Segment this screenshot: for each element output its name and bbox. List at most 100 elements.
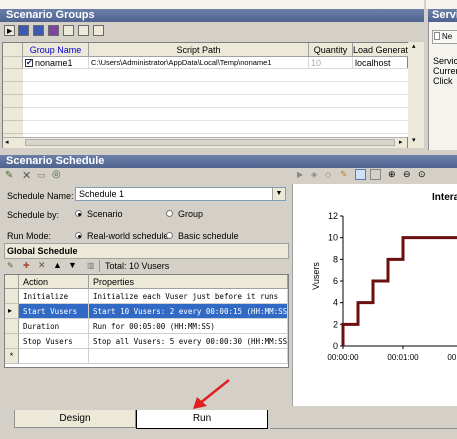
zoom-out-icon[interactable]: ⊖ <box>403 169 411 180</box>
new-schedule-icon[interactable]: ✎ <box>5 170 13 181</box>
rename-schedule-icon[interactable]: ▭ <box>37 170 46 181</box>
quantity-cell[interactable]: 10 <box>309 57 353 69</box>
col-action[interactable]: Action <box>19 275 89 289</box>
row-selector[interactable]: ▸ <box>5 304 19 319</box>
x-tick-label: 00:02:00 <box>447 353 457 362</box>
x-tick-label: 00:01:00 <box>387 353 419 362</box>
script-path-cell[interactable]: C:\Users\Administrator\AppData\Local\Tem… <box>89 57 309 69</box>
chevron-down-icon[interactable]: ▼ <box>272 188 285 200</box>
schedule-graph: Intera Vusers 0 2 4 6 8 10 12 00:00:00 00:01:00 0… <box>292 184 457 406</box>
add-action-icon[interactable]: ✚ <box>23 261 30 270</box>
copy-icon[interactable]: ▥ <box>87 261 95 270</box>
delete-action-icon[interactable]: ✕ <box>38 260 46 271</box>
table-row[interactable]: Initialize <box>19 289 89 304</box>
series-line <box>341 236 457 346</box>
col-properties[interactable]: Properties <box>89 275 288 289</box>
new-row-marker[interactable]: * <box>5 349 19 364</box>
graph-toolbar: ▶ ◈ ◇ ✎ ⊕ ⊖ ⊙ <box>292 168 457 184</box>
x-tick-label: 00:00:00 <box>327 353 359 362</box>
pencil-icon[interactable]: ✎ <box>340 169 348 180</box>
graph-split-icon[interactable]: ◇ <box>325 170 331 179</box>
schedule-by-label: Schedule by: <box>7 210 60 220</box>
schedule-name-label: Schedule Name: <box>7 191 74 201</box>
table-row[interactable]: Stop all Vusers: 5 every 00:00:30 (HH:MM… <box>89 334 288 349</box>
services-top-strip <box>426 0 457 9</box>
horizontal-scrollbar[interactable]: ◂ ▸ <box>3 137 407 148</box>
remove-vusers-icon[interactable] <box>48 25 59 36</box>
table-row[interactable]: Run for 00:05:00 (HH:MM:SS) <box>89 319 288 334</box>
total-vusers: Total: 10 Vusers <box>105 261 170 271</box>
top-strip <box>0 0 424 9</box>
table-row[interactable]: Initialize each Vuser just before it run… <box>89 289 288 304</box>
scroll-up-icon[interactable]: ▴ <box>412 42 416 50</box>
scroll-down-icon[interactable]: ▾ <box>412 136 416 144</box>
table-row[interactable]: Start 10 Vusers: 2 every 00:00:15 (HH:MM… <box>89 304 288 319</box>
radio-icon[interactable] <box>166 232 173 239</box>
vusers-icon[interactable] <box>33 25 44 36</box>
graph-edit-icon[interactable]: ▶ <box>297 170 303 179</box>
tab-run[interactable]: Run <box>136 410 268 429</box>
new-service-button[interactable]: Ne <box>432 30 457 44</box>
zoom-reset-icon[interactable]: ⊙ <box>418 169 426 180</box>
group-enabled-checkbox[interactable]: ✔ <box>25 58 33 67</box>
y-tick-label: 0 <box>333 341 338 351</box>
group-name-cell: noname1 <box>35 58 73 68</box>
table-row[interactable]: Stop Vusers <box>19 334 89 349</box>
schedule-chart: Intera Vusers 0 2 4 6 8 10 12 00:00:00 00:01:00 0… <box>311 192 457 362</box>
services-panel: Ne Servic Curren Click <box>428 22 457 150</box>
graph-legend-icon[interactable] <box>370 169 381 180</box>
scroll-right-icon[interactable]: ▸ <box>399 138 403 146</box>
view-script-icon[interactable] <box>78 25 89 36</box>
move-down-icon[interactable]: ▼ <box>68 260 77 270</box>
run-mode-label: Run Mode: <box>7 231 52 241</box>
global-schedule-toolbar: ✎ ✚ ✕ ▲ ▼ ▥ Total: 10 Vusers <box>4 259 289 274</box>
load-generator-cell[interactable]: localhost <box>353 57 409 69</box>
add-vusers-icon[interactable] <box>18 25 29 36</box>
graph-step-icon[interactable]: ◈ <box>311 170 317 179</box>
schedule-name-select[interactable]: Schedule 1 ▼ <box>75 187 286 201</box>
vertical-scrollbar[interactable]: ▴ ▾ <box>408 42 424 148</box>
toolbar-divider <box>99 260 100 272</box>
new-row-action[interactable] <box>19 349 89 364</box>
delete-schedule-icon[interactable]: ✕ <box>22 169 31 182</box>
schedule-toolbar: ✎ ✕ ▭ ◎ <box>0 168 292 184</box>
table-row[interactable]: ✔ noname1 <box>23 57 89 69</box>
col-load-generators[interactable]: Load Generators <box>353 43 409 57</box>
play-icon[interactable]: ▶ <box>4 25 15 36</box>
y-tick-label: 8 <box>333 254 338 264</box>
radio-icon[interactable] <box>75 232 82 239</box>
edit-action-icon[interactable]: ✎ <box>7 261 14 270</box>
status-strip <box>270 428 457 439</box>
col-quantity[interactable]: Quantity <box>309 43 353 57</box>
radio-icon[interactable] <box>166 210 173 217</box>
table-row[interactable]: Start Vusers <box>19 304 89 319</box>
zoom-in-icon[interactable]: ⊕ <box>388 169 396 180</box>
y-axis-label: Vusers <box>311 262 321 290</box>
empty-row-headers <box>3 69 23 137</box>
scrollbar-thumb[interactable] <box>25 139 395 146</box>
y-tick-label: 6 <box>333 276 338 286</box>
details-icon[interactable] <box>63 25 74 36</box>
new-document-icon <box>434 32 440 40</box>
runtime-settings-icon[interactable] <box>93 25 104 36</box>
move-up-icon[interactable]: ▲ <box>53 260 62 270</box>
scroll-left-icon[interactable]: ◂ <box>5 138 9 146</box>
tab-design[interactable]: Design <box>14 410 136 428</box>
col-group-name[interactable]: Group Name <box>23 43 89 57</box>
graph-view-icon[interactable] <box>355 169 366 180</box>
radio-icon[interactable] <box>75 210 82 217</box>
chart-title: Intera <box>432 192 457 203</box>
schedule-settings-icon[interactable]: ◎ <box>52 169 61 180</box>
table-row[interactable]: Duration <box>19 319 89 334</box>
groups-grid: Group Name Script Path Quantity Load Gen… <box>2 42 409 148</box>
row-pointer-icon: ▸ <box>8 306 13 315</box>
scenario-schedule-title: Scenario Schedule <box>0 155 457 168</box>
y-tick-label: 2 <box>333 319 338 329</box>
col-script-path[interactable]: Script Path <box>89 43 309 57</box>
y-tick-label: 12 <box>328 211 338 221</box>
empty-rows <box>23 69 409 137</box>
services-title: Servi <box>428 9 457 22</box>
row-header[interactable] <box>3 57 23 69</box>
new-row-properties[interactable] <box>89 349 288 364</box>
groups-toolbar: ▶ <box>0 22 424 40</box>
